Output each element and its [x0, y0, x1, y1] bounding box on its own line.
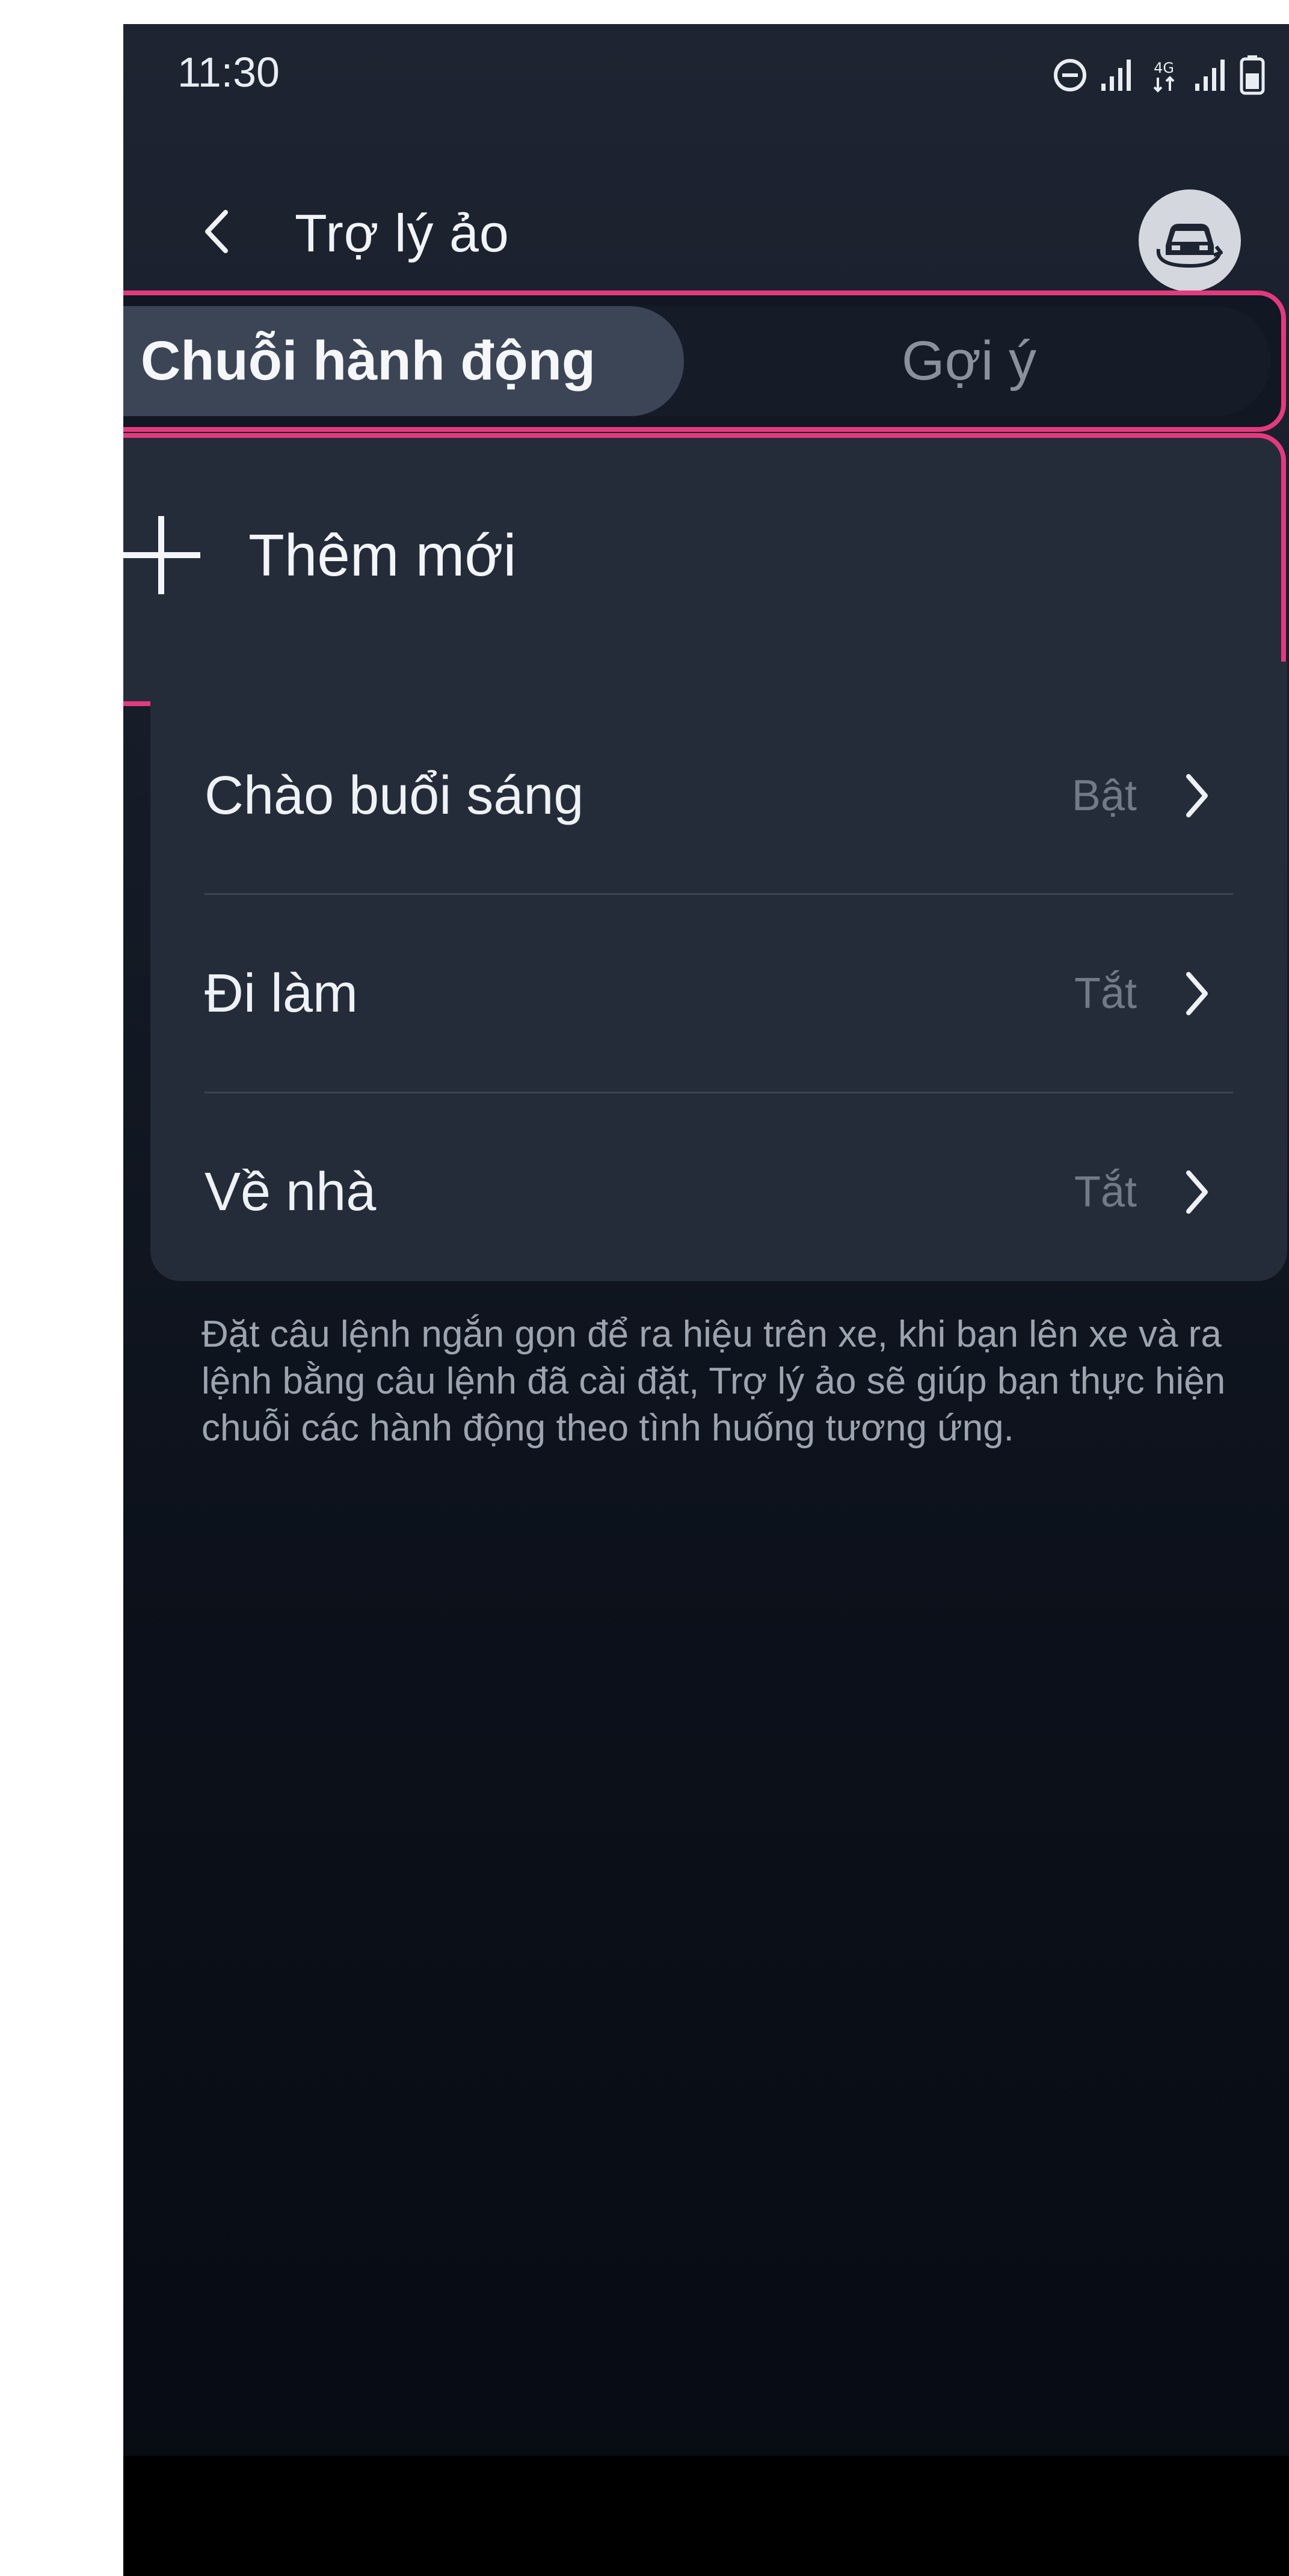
status-bar: 11:30 4G	[123, 24, 1289, 126]
do-not-disturb-icon	[1054, 59, 1086, 91]
divider	[205, 893, 1233, 895]
status-icons: 4G	[1052, 51, 1265, 99]
system-navigation-bar	[123, 2456, 1289, 2576]
list-item-go-home[interactable]: Về nhà Tắt	[205, 1094, 1233, 1290]
routine-list: Chào buổi sáng Bật Đi làm Tắt Về nhà Tắt	[150, 662, 1287, 1281]
list-item-go-to-work[interactable]: Đi làm Tắt	[205, 896, 1233, 1092]
svg-text:4G: 4G	[1154, 60, 1174, 76]
divider	[205, 1092, 1233, 1093]
car-sync-button[interactable]	[1139, 189, 1241, 292]
plus-icon	[123, 516, 200, 594]
routine-label: Đi làm	[205, 963, 358, 1024]
tab-action-chain[interactable]: Chuỗi hành động	[123, 306, 684, 416]
signal-icon	[1101, 60, 1131, 91]
list-item-good-morning[interactable]: Chào buổi sáng Bật	[205, 698, 1233, 894]
car-sync-icon	[1156, 224, 1223, 268]
segmented-control: Chuỗi hành động Gợi ý	[123, 306, 1270, 416]
routine-status: Bật	[1071, 772, 1137, 820]
routine-label: Chào buổi sáng	[205, 765, 584, 826]
chevron-right-icon	[1173, 896, 1221, 1092]
chevron-right-icon	[1173, 1094, 1221, 1290]
status-time: 11:30	[177, 49, 280, 96]
chevron-left-icon	[205, 210, 228, 253]
tab-suggestions[interactable]: Gợi ý	[698, 306, 1240, 416]
routine-status: Tắt	[1074, 1168, 1137, 1216]
page-title: Trợ lý ảo	[295, 203, 509, 263]
description-text: Đặt câu lệnh ngắn gọn để ra hiệu trên xe…	[202, 1314, 1226, 1449]
routine-label: Về nhà	[205, 1161, 377, 1222]
battery-icon	[1240, 55, 1265, 95]
chevron-right-icon	[1173, 698, 1221, 894]
routine-status: Tắt	[1074, 970, 1137, 1018]
header: Trợ lý ảo	[123, 177, 1289, 298]
network-4g-icon: 4G	[1153, 60, 1175, 93]
app-screen: 11:30 4G Trợ lý ảo Chuỗi hành động Gợi ý…	[123, 24, 1289, 2576]
add-new-label: Thêm mới	[248, 522, 517, 588]
tab-bar: Chuỗi hành động Gợi ý	[123, 290, 1286, 432]
signal-icon	[1195, 60, 1225, 91]
back-button[interactable]	[189, 201, 244, 262]
